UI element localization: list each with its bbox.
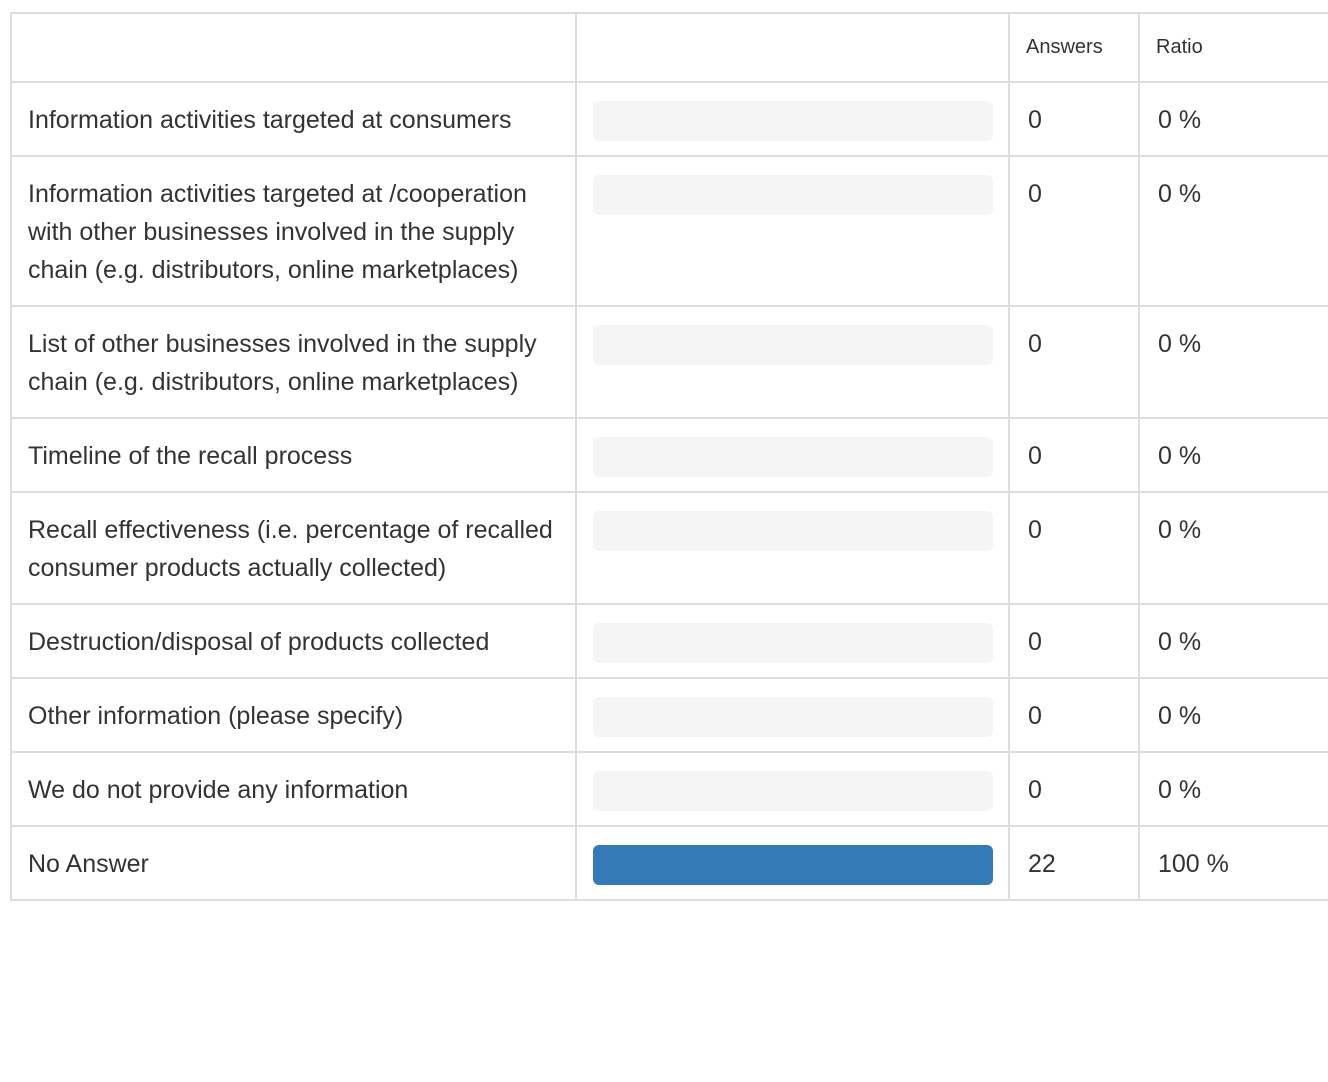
header-label-cell xyxy=(10,12,577,83)
row-answers: 0 xyxy=(1008,751,1140,827)
row-ratio: 0 % xyxy=(1138,417,1328,493)
header-answers-cell[interactable]: Answers xyxy=(1008,12,1140,83)
table-row: Timeline of the recall process 0 0 % xyxy=(10,417,1328,493)
row-label: Other information (please specify) xyxy=(10,677,577,753)
row-answers: 0 xyxy=(1008,305,1140,419)
row-ratio: 0 % xyxy=(1138,305,1328,419)
results-table: Answers Ratio Information activities tar… xyxy=(10,12,1328,901)
progress-bar-fill xyxy=(593,845,993,885)
progress-bar-track xyxy=(593,697,993,737)
row-label: Information activities targeted at /coop… xyxy=(10,155,577,307)
row-label: Timeline of the recall process xyxy=(10,417,577,493)
row-ratio: 0 % xyxy=(1138,677,1328,753)
header-ratio-cell[interactable]: Ratio xyxy=(1138,12,1328,83)
progress-bar-track xyxy=(593,101,993,141)
row-bar-cell xyxy=(575,825,1010,901)
row-label: We do not provide any information xyxy=(10,751,577,827)
row-ratio: 0 % xyxy=(1138,81,1328,157)
row-bar-cell xyxy=(575,81,1010,157)
progress-bar-track xyxy=(593,175,993,215)
table-row: Information activities targeted at consu… xyxy=(10,81,1328,157)
table-row: Destruction/disposal of products collect… xyxy=(10,603,1328,679)
row-answers: 0 xyxy=(1008,155,1140,307)
row-answers: 0 xyxy=(1008,417,1140,493)
progress-bar-track xyxy=(593,437,993,477)
row-label: Information activities targeted at consu… xyxy=(10,81,577,157)
table-body: Information activities targeted at consu… xyxy=(10,81,1328,901)
table-row: Other information (please specify) 0 0 % xyxy=(10,677,1328,753)
row-bar-cell xyxy=(575,751,1010,827)
row-answers: 0 xyxy=(1008,603,1140,679)
row-bar-cell xyxy=(575,155,1010,307)
row-answers: 0 xyxy=(1008,491,1140,605)
row-label: Destruction/disposal of products collect… xyxy=(10,603,577,679)
row-label: List of other businesses involved in the… xyxy=(10,305,577,419)
table-row: List of other businesses involved in the… xyxy=(10,305,1328,419)
row-answers: 0 xyxy=(1008,81,1140,157)
header-bar-cell xyxy=(575,12,1010,83)
table-row: Information activities targeted at /coop… xyxy=(10,155,1328,307)
row-answers: 0 xyxy=(1008,677,1140,753)
row-label: Recall effectiveness (i.e. percentage of… xyxy=(10,491,577,605)
row-ratio: 0 % xyxy=(1138,155,1328,307)
progress-bar-track xyxy=(593,845,993,885)
row-ratio: 100 % xyxy=(1138,825,1328,901)
row-label: No Answer xyxy=(10,825,577,901)
row-bar-cell xyxy=(575,417,1010,493)
row-bar-cell xyxy=(575,603,1010,679)
table-row: We do not provide any information 0 0 % xyxy=(10,751,1328,827)
progress-bar-track xyxy=(593,771,993,811)
row-ratio: 0 % xyxy=(1138,603,1328,679)
row-answers: 22 xyxy=(1008,825,1140,901)
row-ratio: 0 % xyxy=(1138,491,1328,605)
header-answers: Answers xyxy=(1026,36,1103,58)
row-bar-cell xyxy=(575,491,1010,605)
row-bar-cell xyxy=(575,677,1010,753)
row-ratio: 0 % xyxy=(1138,751,1328,827)
progress-bar-track xyxy=(593,511,993,551)
table-row: No Answer 22 100 % xyxy=(10,825,1328,901)
table-row: Recall effectiveness (i.e. percentage of… xyxy=(10,491,1328,605)
progress-bar-track xyxy=(593,325,993,365)
row-bar-cell xyxy=(575,305,1010,419)
table-header-row: Answers Ratio xyxy=(10,12,1328,83)
header-ratio: Ratio xyxy=(1156,36,1203,58)
progress-bar-track xyxy=(593,623,993,663)
